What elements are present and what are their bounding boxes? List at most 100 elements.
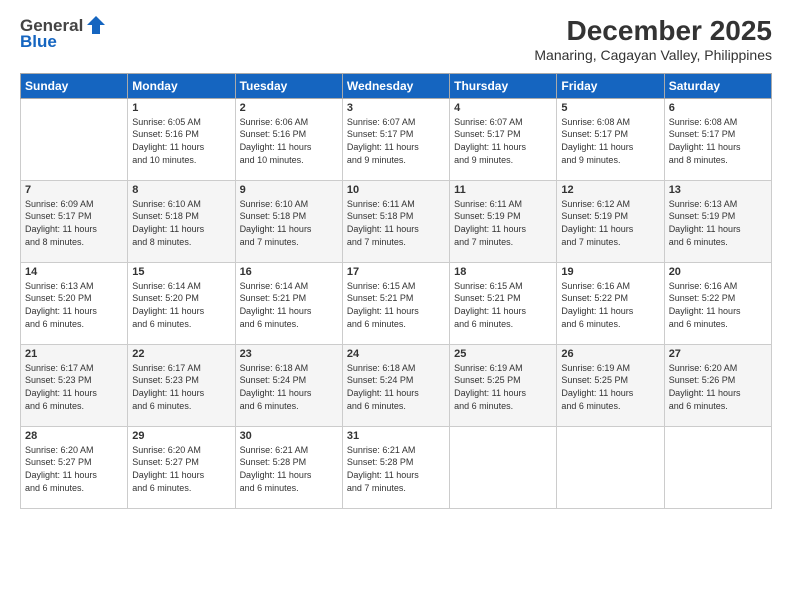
calendar-cell: 10 Sunrise: 6:11 AM Sunset: 5:18 PM Dayli… [342, 180, 449, 262]
calendar-cell: 15Sunrise: 6:14 AM Sunset: 5:20 PM Dayli… [128, 262, 235, 344]
day-info: Sunrise: 6:11 AM Sunset: 5:19 PM Dayligh… [454, 198, 552, 248]
calendar-cell: 2 Sunrise: 6:06 AM Sunset: 5:16 PM Daylig… [235, 98, 342, 180]
day-number: 24 [347, 348, 445, 360]
day-info: Sunrise: 6:13 AM Sunset: 5:20 PM Dayligh… [25, 280, 123, 330]
calendar-cell: 25 Sunrise: 6:19 AM Sunset: 5:25 PM Dayli… [450, 344, 557, 426]
logo-icon [85, 14, 107, 36]
calendar-cell: 27Sunrise: 6:20 AM Sunset: 5:26 PM Dayli… [664, 344, 771, 426]
day-number: 18 [454, 266, 552, 278]
calendar-cell: 30 Sunrise: 6:21 AM Sunset: 5:28 PM Dayli… [235, 426, 342, 508]
calendar-cell: 12Sunrise: 6:12 AM Sunset: 5:19 PM Dayli… [557, 180, 664, 262]
th-sunday: Sunday [21, 73, 128, 98]
day-number: 13 [669, 184, 767, 196]
calendar-cell: 4 Sunrise: 6:07 AM Sunset: 5:17 PM Daylig… [450, 98, 557, 180]
calendar-cell: 26Sunrise: 6:19 AM Sunset: 5:25 PM Dayli… [557, 344, 664, 426]
day-info: Sunrise: 6:14 AM Sunset: 5:21 PM Dayligh… [240, 280, 338, 330]
calendar-cell: 22 Sunrise: 6:17 AM Sunset: 5:23 PM Dayli… [128, 344, 235, 426]
calendar-cell [450, 426, 557, 508]
calendar-cell: 6Sunrise: 6:08 AM Sunset: 5:17 PM Daylig… [664, 98, 771, 180]
calendar-cell: 18 Sunrise: 6:15 AM Sunset: 5:21 PM Dayli… [450, 262, 557, 344]
header: General Blue December 2025 Manaring, Cag… [20, 16, 772, 63]
calendar-table: Sunday Monday Tuesday Wednesday Thursday… [20, 73, 772, 509]
day-info: Sunrise: 6:10 AM Sunset: 5:18 PM Dayligh… [240, 198, 338, 248]
day-info: Sunrise: 6:05 AM Sunset: 5:16 PM Dayligh… [132, 116, 230, 166]
day-number: 14 [25, 266, 123, 278]
day-number: 17 [347, 266, 445, 278]
calendar-cell: 3 Sunrise: 6:07 AM Sunset: 5:17 PM Daylig… [342, 98, 449, 180]
day-info: Sunrise: 6:06 AM Sunset: 5:16 PM Dayligh… [240, 116, 338, 166]
calendar-cell: 7Sunrise: 6:09 AM Sunset: 5:17 PM Daylig… [21, 180, 128, 262]
calendar-week-2: 14 Sunrise: 6:13 AM Sunset: 5:20 PM Dayli… [21, 262, 772, 344]
day-number: 21 [25, 348, 123, 360]
day-info: Sunrise: 6:15 AM Sunset: 5:21 PM Dayligh… [347, 280, 445, 330]
page: General Blue December 2025 Manaring, Cag… [0, 0, 792, 612]
day-number: 9 [240, 184, 338, 196]
day-info: Sunrise: 6:17 AM Sunset: 5:23 PM Dayligh… [25, 362, 123, 412]
day-number: 6 [669, 102, 767, 114]
calendar-week-0: 1Sunrise: 6:05 AM Sunset: 5:16 PM Daylig… [21, 98, 772, 180]
day-number: 2 [240, 102, 338, 114]
day-number: 23 [240, 348, 338, 360]
day-number: 15 [132, 266, 230, 278]
month-title: December 2025 [534, 16, 772, 47]
calendar-week-3: 21 Sunrise: 6:17 AM Sunset: 5:23 PM Dayli… [21, 344, 772, 426]
calendar-cell: 1Sunrise: 6:05 AM Sunset: 5:16 PM Daylig… [128, 98, 235, 180]
day-info: Sunrise: 6:10 AM Sunset: 5:18 PM Dayligh… [132, 198, 230, 248]
day-number: 30 [240, 430, 338, 442]
day-number: 22 [132, 348, 230, 360]
day-number: 25 [454, 348, 552, 360]
day-info: Sunrise: 6:09 AM Sunset: 5:17 PM Dayligh… [25, 198, 123, 248]
calendar-cell: 31 Sunrise: 6:21 AM Sunset: 5:28 PM Dayli… [342, 426, 449, 508]
day-number: 20 [669, 266, 767, 278]
day-info: Sunrise: 6:19 AM Sunset: 5:25 PM Dayligh… [454, 362, 552, 412]
calendar-cell: 5 Sunrise: 6:08 AM Sunset: 5:17 PM Daylig… [557, 98, 664, 180]
day-info: Sunrise: 6:11 AM Sunset: 5:18 PM Dayligh… [347, 198, 445, 248]
calendar-cell: 17 Sunrise: 6:15 AM Sunset: 5:21 PM Dayli… [342, 262, 449, 344]
th-friday: Friday [557, 73, 664, 98]
th-thursday: Thursday [450, 73, 557, 98]
day-info: Sunrise: 6:21 AM Sunset: 5:28 PM Dayligh… [347, 444, 445, 494]
day-info: Sunrise: 6:20 AM Sunset: 5:27 PM Dayligh… [132, 444, 230, 494]
title-block: December 2025 Manaring, Cagayan Valley, … [534, 16, 772, 63]
calendar-cell: 24Sunrise: 6:18 AM Sunset: 5:24 PM Dayli… [342, 344, 449, 426]
calendar-cell: 20Sunrise: 6:16 AM Sunset: 5:22 PM Dayli… [664, 262, 771, 344]
day-number: 29 [132, 430, 230, 442]
day-number: 31 [347, 430, 445, 442]
day-info: Sunrise: 6:20 AM Sunset: 5:27 PM Dayligh… [25, 444, 123, 494]
calendar-cell: 19Sunrise: 6:16 AM Sunset: 5:22 PM Dayli… [557, 262, 664, 344]
day-number: 28 [25, 430, 123, 442]
day-number: 4 [454, 102, 552, 114]
calendar-cell: 29 Sunrise: 6:20 AM Sunset: 5:27 PM Dayli… [128, 426, 235, 508]
day-number: 19 [561, 266, 659, 278]
day-info: Sunrise: 6:13 AM Sunset: 5:19 PM Dayligh… [669, 198, 767, 248]
day-number: 8 [132, 184, 230, 196]
day-info: Sunrise: 6:12 AM Sunset: 5:19 PM Dayligh… [561, 198, 659, 248]
location-title: Manaring, Cagayan Valley, Philippines [534, 47, 772, 63]
calendar-cell: 23Sunrise: 6:18 AM Sunset: 5:24 PM Dayli… [235, 344, 342, 426]
day-number: 3 [347, 102, 445, 114]
day-info: Sunrise: 6:17 AM Sunset: 5:23 PM Dayligh… [132, 362, 230, 412]
day-number: 16 [240, 266, 338, 278]
logo: General Blue [20, 16, 107, 52]
day-number: 5 [561, 102, 659, 114]
calendar-cell [557, 426, 664, 508]
day-info: Sunrise: 6:08 AM Sunset: 5:17 PM Dayligh… [561, 116, 659, 166]
day-info: Sunrise: 6:07 AM Sunset: 5:17 PM Dayligh… [454, 116, 552, 166]
day-info: Sunrise: 6:15 AM Sunset: 5:21 PM Dayligh… [454, 280, 552, 330]
day-info: Sunrise: 6:07 AM Sunset: 5:17 PM Dayligh… [347, 116, 445, 166]
header-row: Sunday Monday Tuesday Wednesday Thursday… [21, 73, 772, 98]
calendar-cell: 13 Sunrise: 6:13 AM Sunset: 5:19 PM Dayli… [664, 180, 771, 262]
day-number: 11 [454, 184, 552, 196]
calendar-week-1: 7Sunrise: 6:09 AM Sunset: 5:17 PM Daylig… [21, 180, 772, 262]
calendar-cell: 21 Sunrise: 6:17 AM Sunset: 5:23 PM Dayli… [21, 344, 128, 426]
th-wednesday: Wednesday [342, 73, 449, 98]
day-info: Sunrise: 6:21 AM Sunset: 5:28 PM Dayligh… [240, 444, 338, 494]
calendar-cell: 16 Sunrise: 6:14 AM Sunset: 5:21 PM Dayli… [235, 262, 342, 344]
calendar-cell: 9 Sunrise: 6:10 AM Sunset: 5:18 PM Daylig… [235, 180, 342, 262]
day-info: Sunrise: 6:19 AM Sunset: 5:25 PM Dayligh… [561, 362, 659, 412]
th-tuesday: Tuesday [235, 73, 342, 98]
calendar-week-4: 28 Sunrise: 6:20 AM Sunset: 5:27 PM Dayli… [21, 426, 772, 508]
th-saturday: Saturday [664, 73, 771, 98]
calendar-cell: 28 Sunrise: 6:20 AM Sunset: 5:27 PM Dayli… [21, 426, 128, 508]
day-number: 10 [347, 184, 445, 196]
